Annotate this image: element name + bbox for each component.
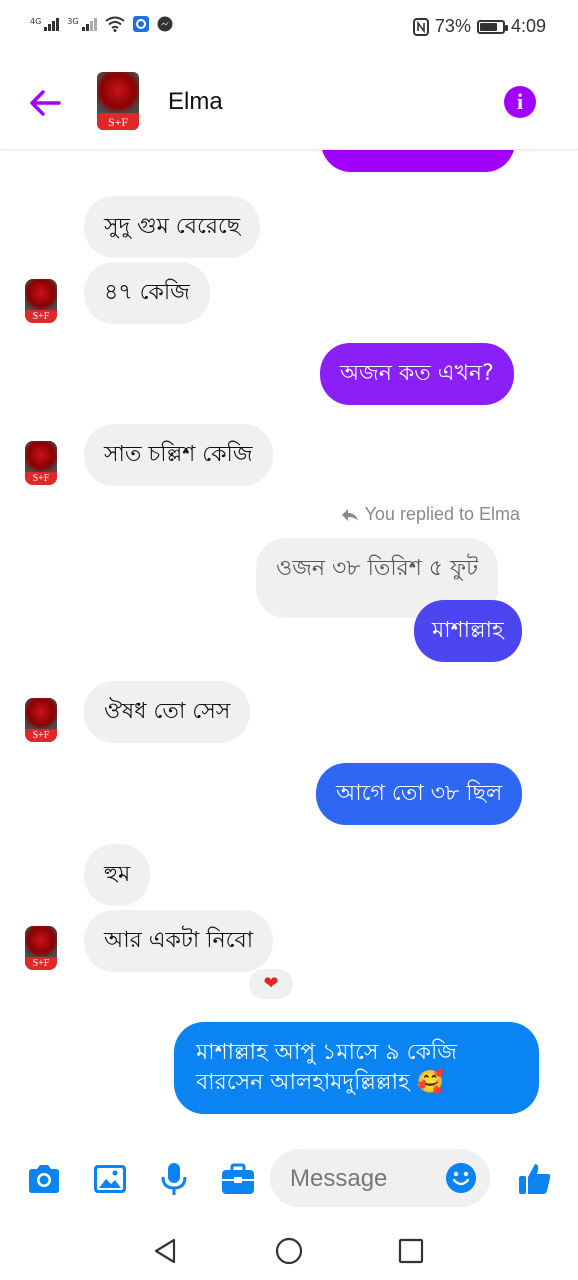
avatar-label: S+F xyxy=(97,112,139,130)
reply-icon xyxy=(341,508,358,521)
message-bubble-incoming[interactable]: ঔষধ তো সেস xyxy=(84,681,251,743)
contact-name[interactable]: Elma xyxy=(168,88,223,116)
sender-avatar[interactable]: S+F xyxy=(25,279,57,323)
message-bubble-incoming[interactable]: সাত চল্লিশ কেজি xyxy=(84,424,273,486)
message-line: মাশাল্লাহ আপু ১মাসে ৯ কেজি xyxy=(196,1040,457,1065)
message-bubble-incoming[interactable]: হুম xyxy=(84,844,151,906)
message-bubble-outgoing[interactable]: অজন কত এখন? xyxy=(320,343,514,405)
network-type-2: 3G xyxy=(67,16,79,26)
signal-4g-icon: 4G xyxy=(30,16,60,31)
signal-3g-icon: 3G xyxy=(67,16,97,31)
nav-recents-icon[interactable] xyxy=(396,1236,426,1266)
gallery-icon[interactable] xyxy=(91,1160,129,1198)
message-bubble-incoming[interactable]: ৪৭ কেজি xyxy=(84,262,210,324)
status-bar: 4G 3G 73% 4:09 xyxy=(0,0,578,58)
message-bubble-incoming[interactable]: সুদু গুম বেরেছে xyxy=(84,196,261,258)
message-bubble-outgoing[interactable]: মাশাল্লাহ আপু ১মাসে ৯ কেজি বারসেন আলহামদ… xyxy=(174,1022,539,1114)
clock: 4:09 xyxy=(510,16,546,36)
chat-header: S+F Elma i xyxy=(0,58,578,150)
contact-avatar[interactable]: S+F xyxy=(97,72,139,130)
message-input[interactable]: Message xyxy=(270,1149,490,1207)
sender-avatar[interactable]: S+F xyxy=(25,698,57,742)
battery-icon xyxy=(476,19,508,34)
nfc-icon xyxy=(412,17,429,36)
message-bubble-incoming[interactable]: আর একটা নিবো xyxy=(84,910,274,972)
message-bubble-outgoing[interactable]: মাশাল্লাহ xyxy=(414,600,522,662)
reply-indicator-text: You replied to Elma xyxy=(364,504,520,524)
nav-home-icon[interactable] xyxy=(274,1236,304,1266)
network-type-1: 4G xyxy=(30,16,42,26)
sender-avatar[interactable]: S+F xyxy=(25,926,57,970)
briefcase-icon[interactable] xyxy=(219,1160,257,1198)
message-composer: Message xyxy=(0,1136,578,1222)
sender-avatar[interactable]: S+F xyxy=(25,441,57,485)
status-left: 4G 3G xyxy=(30,16,173,32)
wifi-icon xyxy=(104,16,125,32)
reply-indicator: You replied to Elma xyxy=(341,504,520,525)
battery-percent: 73% xyxy=(434,16,471,36)
emoji-icon[interactable] xyxy=(446,1163,476,1193)
app-notification-icon xyxy=(132,16,149,32)
messenger-notification-icon xyxy=(157,16,173,32)
info-icon[interactable]: i xyxy=(504,86,536,118)
message-bubble-outgoing[interactable]: আগে তো ৩৮ ছিল xyxy=(316,763,523,825)
microphone-icon[interactable] xyxy=(155,1160,193,1198)
back-arrow-icon[interactable] xyxy=(28,86,62,120)
like-thumbs-up-icon[interactable] xyxy=(516,1160,554,1198)
message-line: বারসেন আলহামদুল্লিল্লাহ 🥰 xyxy=(196,1070,444,1095)
system-navigation-bar xyxy=(0,1222,578,1280)
camera-icon[interactable] xyxy=(25,1160,63,1198)
heart-reaction[interactable]: ❤ xyxy=(247,967,295,1001)
nav-back-icon[interactable] xyxy=(150,1236,180,1266)
message-input-placeholder: Message xyxy=(290,1165,388,1192)
status-right: 73% 4:09 xyxy=(412,16,546,37)
